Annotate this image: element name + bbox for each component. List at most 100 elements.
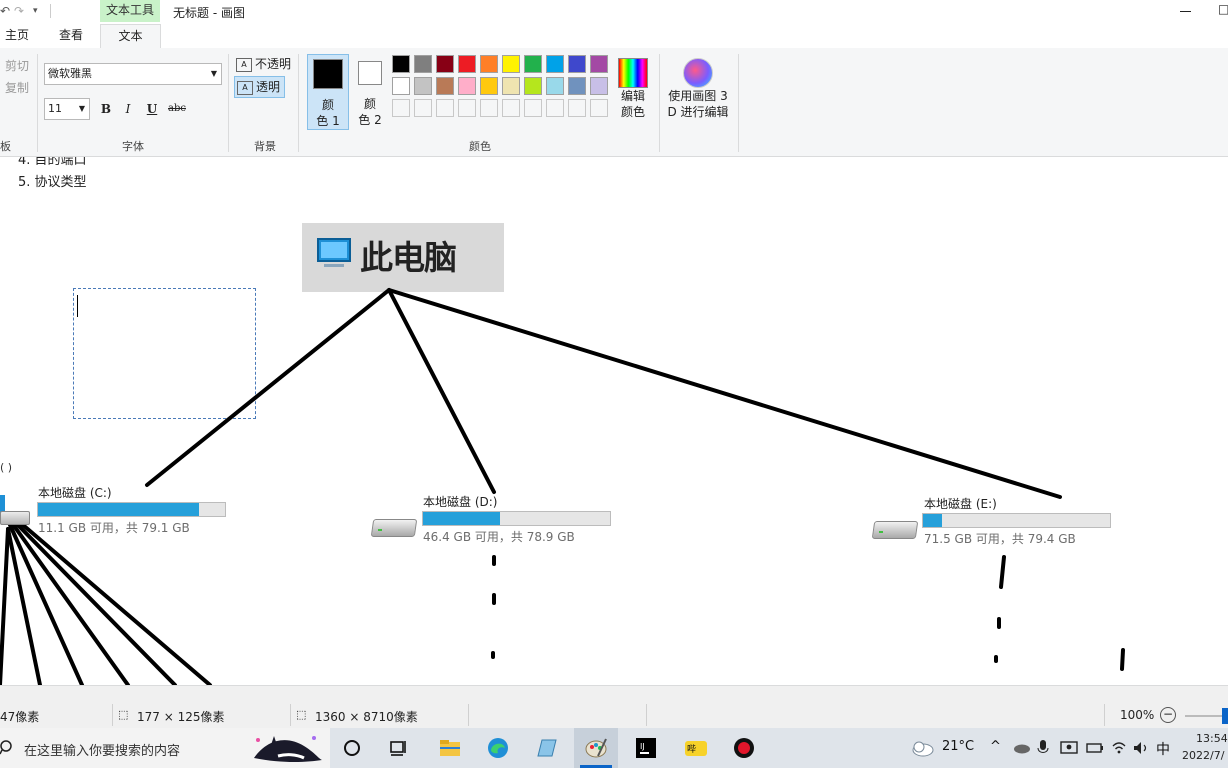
- bold-button[interactable]: B: [97, 100, 115, 118]
- colors-group-label: 颜色: [469, 140, 491, 153]
- font-size-select[interactable]: 11 ▼: [44, 98, 90, 120]
- strikethrough-button[interactable]: abc: [166, 100, 188, 118]
- search-icon: [0, 740, 12, 755]
- palette-color-swatch[interactable]: [590, 77, 608, 95]
- italic-button[interactable]: I: [119, 100, 137, 118]
- palette-color-swatch[interactable]: [524, 77, 542, 95]
- file-explorer-icon[interactable]: [438, 736, 462, 760]
- close-button[interactable]: □: [1218, 2, 1228, 16]
- opaque-icon: A: [236, 57, 252, 72]
- bilibili-icon[interactable]: 哔: [684, 736, 708, 760]
- drive-d-icon: [370, 515, 418, 539]
- show-hidden-icons-icon[interactable]: ^: [990, 739, 1001, 754]
- palette-color-swatch[interactable]: [568, 77, 586, 95]
- underline-button[interactable]: U: [143, 100, 161, 118]
- orca-illustration-icon: [254, 736, 322, 762]
- copy-button[interactable]: 复制: [5, 79, 29, 96]
- paint3d-label: 使用画图 3D 进行编辑: [667, 89, 729, 119]
- palette-color-swatch[interactable]: [502, 77, 520, 95]
- palette-color-swatch[interactable]: [524, 55, 542, 73]
- customize-quick-access-icon[interactable]: ▾: [33, 6, 38, 16]
- zoom-out-button[interactable]: −: [1160, 707, 1176, 723]
- drive-e-free: 71.5 GB 可用，共 79.4 GB: [924, 532, 1076, 546]
- drive-e-icon: [871, 517, 919, 541]
- redo-icon[interactable]: ↷: [14, 4, 24, 18]
- font-family-select[interactable]: 微软雅黑 ▼: [44, 63, 222, 85]
- drive-d-usage-bar: [422, 511, 611, 526]
- font-size-value: 11: [48, 102, 62, 115]
- microphone-icon[interactable]: [1037, 739, 1049, 757]
- palette-color-swatch: [590, 99, 608, 117]
- drive-e-usage-fill: [923, 514, 942, 527]
- palette-color-swatch[interactable]: [392, 77, 410, 95]
- input-method-indicator[interactable]: 中: [1156, 739, 1170, 759]
- cortana-icon[interactable]: [340, 736, 364, 760]
- opaque-option[interactable]: A 不透明: [234, 54, 295, 74]
- palette-color-swatch[interactable]: [436, 77, 454, 95]
- drive-c-free: 11.1 GB 可用，共 79.1 GB: [38, 521, 190, 535]
- transparent-icon: A: [237, 80, 253, 95]
- transparent-option[interactable]: A 透明: [234, 76, 286, 98]
- intellij-icon[interactable]: IJ: [634, 736, 658, 760]
- tab-text[interactable]: 文本: [100, 24, 161, 50]
- drive-c-icon: [0, 505, 30, 527]
- zoom-slider[interactable]: [1185, 715, 1223, 717]
- undo-icon[interactable]: ↶: [0, 4, 10, 18]
- weather-temperature[interactable]: 21°C: [942, 739, 974, 754]
- paint3d-button[interactable]: 使用画图 3D 进行编辑: [664, 54, 732, 130]
- edit-colors-label: 编辑 颜色: [620, 89, 645, 119]
- tab-view[interactable]: 查看: [54, 24, 88, 48]
- zoom-slider-thumb[interactable]: [1222, 708, 1228, 724]
- palette-color-swatch[interactable]: [502, 55, 520, 73]
- palette-color-swatch: [568, 99, 586, 117]
- status-separator: [646, 704, 647, 726]
- status-separator: [1104, 704, 1105, 726]
- drawing-canvas[interactable]: 4. 目的端口 5. 协议类型 此电脑 () 本地磁盘 (C:) 11.1 G…: [0, 157, 1228, 685]
- battery-icon[interactable]: [1086, 741, 1104, 755]
- palette-color-swatch: [436, 99, 454, 117]
- volume-icon[interactable]: [1132, 740, 1150, 756]
- weather-icon[interactable]: [910, 739, 934, 757]
- palette-color-swatch: [458, 99, 476, 117]
- clock-time[interactable]: 13:54: [1196, 732, 1228, 745]
- palette-color-swatch[interactable]: [458, 55, 476, 73]
- chevron-down-icon: ▼: [210, 69, 217, 78]
- palette-color-swatch[interactable]: [480, 55, 498, 73]
- display-settings-icon[interactable]: [1060, 740, 1078, 756]
- svg-text:IJ: IJ: [640, 742, 645, 751]
- record-icon[interactable]: [732, 736, 756, 760]
- palette-color-swatch[interactable]: [480, 77, 498, 95]
- taskbar-search-box[interactable]: 在这里输入你要搜索的内容: [0, 728, 330, 768]
- edit-colors-button[interactable]: 编辑 颜色: [613, 54, 653, 130]
- line-to-d: [387, 288, 496, 494]
- palette-color-swatch: [502, 99, 520, 117]
- task-view-icon[interactable]: [386, 736, 410, 760]
- palette-color-swatch: [414, 99, 432, 117]
- notes-app-icon[interactable]: [536, 736, 560, 760]
- clock-date[interactable]: 2022/7/: [1182, 749, 1224, 762]
- color-spectrum-icon: [618, 58, 648, 88]
- palette-color-swatch[interactable]: [568, 55, 586, 73]
- selection-size: 177 × 125像素: [137, 710, 225, 724]
- minimize-button[interactable]: [1176, 2, 1196, 18]
- color1-button[interactable]: 颜色 1: [307, 54, 349, 130]
- tab-home[interactable]: 主页: [0, 24, 34, 48]
- palette-color-swatch[interactable]: [414, 77, 432, 95]
- palette-color-swatch[interactable]: [414, 55, 432, 73]
- palette-color-swatch[interactable]: [546, 77, 564, 95]
- palette-color-swatch[interactable]: [392, 55, 410, 73]
- palette-color-swatch[interactable]: [436, 55, 454, 73]
- color2-button[interactable]: 颜色 2: [352, 54, 388, 130]
- wifi-icon[interactable]: [1111, 740, 1127, 756]
- paint3d-icon: [683, 58, 713, 88]
- paint-task-active[interactable]: [574, 728, 618, 768]
- palette-color-swatch[interactable]: [590, 55, 608, 73]
- partial-text: ( ): [0, 461, 13, 474]
- palette-color-swatch: [546, 99, 564, 117]
- onedrive-icon[interactable]: [1012, 742, 1030, 754]
- status-bar: 47像素 ⬚ 177 × 125像素 ⬚ 1360 × 8710像素 100% …: [0, 685, 1228, 729]
- cut-button[interactable]: 剪切: [5, 57, 29, 74]
- palette-color-swatch[interactable]: [458, 77, 476, 95]
- edge-icon[interactable]: [486, 736, 510, 760]
- palette-color-swatch[interactable]: [546, 55, 564, 73]
